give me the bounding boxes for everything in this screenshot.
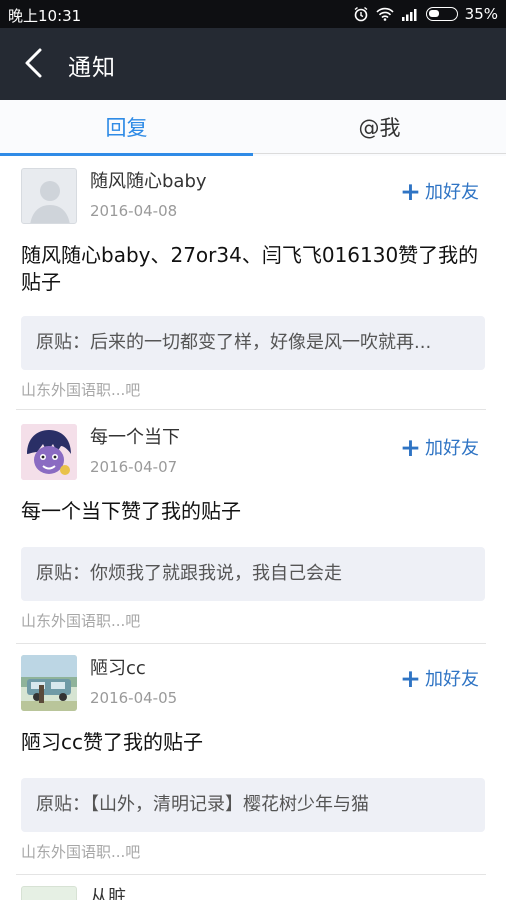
add-friend-label: 加好友 [425,669,479,690]
default-avatar-icon [30,181,70,223]
original-post[interactable]: 原贴：【山外，清明记录】樱花树少年与猫 [21,778,485,832]
battery-level: 35% [464,5,498,23]
alarm-icon [353,6,369,22]
avatar[interactable] [21,886,77,900]
divider [16,409,486,410]
cartoon-avatar-icon [21,424,77,480]
chevron-left-icon [25,48,42,78]
username[interactable]: 从脏 [90,883,126,900]
tab-bar-divider [253,153,506,154]
battery-icon [425,7,458,21]
timestamp: 2016-04-05 [90,689,178,707]
plus-icon: + [400,176,421,206]
username[interactable]: 每一个当下 [90,423,180,449]
signal-icon [401,8,419,21]
avatar[interactable] [21,655,77,711]
forum-name[interactable]: 山东外国语职...吧 [21,841,140,862]
username[interactable]: 随风随心baby [90,167,207,193]
avatar[interactable] [21,168,77,224]
notification-text[interactable]: 陋习cc赞了我的贴子 [21,729,481,756]
add-friend-label: 加好友 [425,438,479,459]
status-icons: 35% [353,5,498,23]
forum-name[interactable]: 山东外国语职...吧 [21,610,140,631]
avatar[interactable] [21,424,77,480]
timestamp: 2016-04-07 [90,458,178,476]
tab-reply[interactable]: 回复 [0,100,253,156]
forum-name[interactable]: 山东外国语职...吧 [21,379,140,400]
status-time: 晚上10:31 [8,7,82,25]
add-friend-button[interactable]: + 加好友 [400,178,479,204]
back-button[interactable] [18,46,52,80]
wifi-icon [376,7,394,21]
status-bar: 晚上10:31 35% [0,0,506,28]
divider [16,643,486,644]
notification-list[interactable]: 随风随心baby 2016-04-08 + 加好友 随风随心baby、27or3… [0,156,506,900]
tab-bar: 回复 @我 [0,100,506,156]
notification-text[interactable]: 随风随心baby、27or34、闫飞飞016130赞了我的贴子 [21,242,481,296]
plus-icon: + [400,663,421,693]
add-friend-button[interactable]: + 加好友 [400,434,479,460]
notification-text[interactable]: 每一个当下赞了我的贴子 [21,498,481,525]
username[interactable]: 陋习cc [90,654,146,680]
divider [16,874,486,875]
plus-icon: + [400,432,421,462]
original-post[interactable]: 原贴：后来的一切都变了样，好像是风一吹就再... [21,316,485,370]
page-title: 通知 [68,55,116,81]
timestamp: 2016-04-08 [90,202,178,220]
add-friend-label: 加好友 [425,182,479,203]
original-post[interactable]: 原贴：你烦我了就跟我说，我自己会走 [21,547,485,601]
photo-avatar-icon [21,655,77,711]
app-header: 通知 [0,28,506,100]
tab-mentions[interactable]: @我 [253,100,506,156]
add-friend-button[interactable]: + 加好友 [400,665,479,691]
